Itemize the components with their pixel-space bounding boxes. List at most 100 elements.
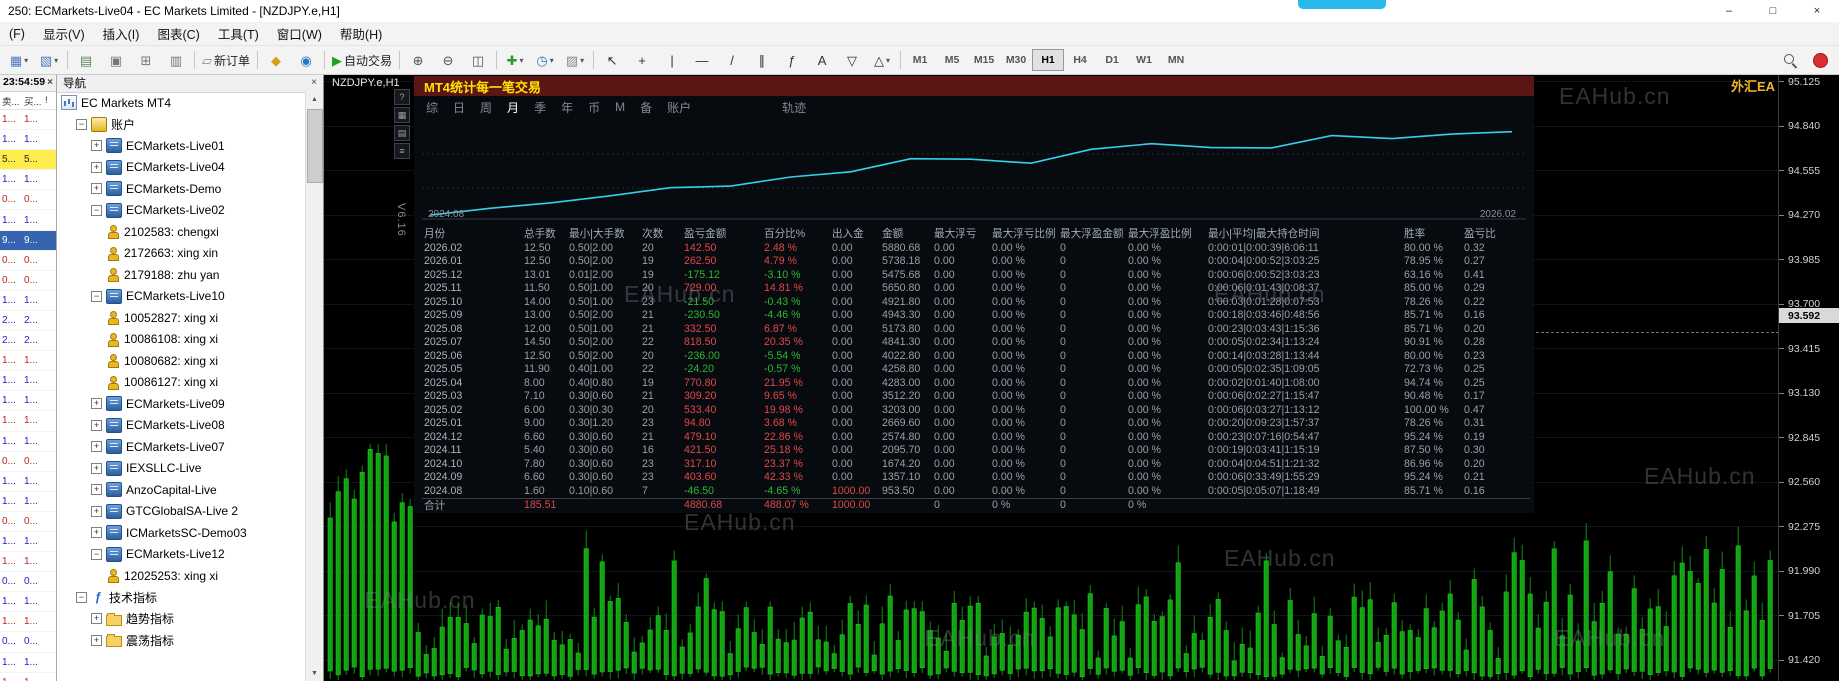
scroll-up-icon[interactable]: ▲: [306, 92, 323, 107]
expand-icon[interactable]: +: [91, 527, 102, 539]
stats-tab-0[interactable]: 综: [426, 99, 438, 116]
minimize-button[interactable]: –: [1707, 0, 1751, 22]
zoom-out-button[interactable]: ⊖: [433, 48, 463, 72]
tree-item-16[interactable]: + ECMarkets-Live07: [57, 436, 306, 458]
expand-icon[interactable]: +: [91, 398, 102, 410]
navigator-close-icon[interactable]: ×: [311, 77, 317, 88]
market-watch-row[interactable]: 1...1...: [0, 653, 56, 673]
tile-windows-button[interactable]: ◫: [463, 48, 493, 72]
collapse-icon[interactable]: −: [91, 548, 102, 560]
market-watch-row[interactable]: 1...1...: [0, 170, 56, 191]
expand-icon[interactable]: +: [91, 505, 102, 517]
trendline-button[interactable]: /: [717, 48, 747, 72]
timeframe-m15-button[interactable]: M15: [968, 49, 1000, 71]
tree-item-24[interactable]: + 趋势指标: [57, 608, 306, 630]
tree-item-20[interactable]: + ICMarketsSC-Demo03: [57, 522, 306, 544]
timeframe-w1-button[interactable]: W1: [1128, 49, 1160, 71]
tree-item-13[interactable]: 10086127: xing xi: [57, 372, 306, 394]
stats-tab-7[interactable]: M: [615, 100, 625, 114]
tree-item-2[interactable]: + ECMarkets-Live01: [57, 135, 306, 157]
stats-tab-1[interactable]: 日: [453, 99, 465, 116]
tree-item-8[interactable]: 2179188: zhu yan: [57, 264, 306, 286]
crosshair-button[interactable]: +: [627, 48, 657, 72]
timeframe-d1-button[interactable]: D1: [1096, 49, 1128, 71]
stats-tab-6[interactable]: 币: [588, 99, 600, 116]
market-watch-row[interactable]: 0... 0...: [0, 512, 56, 532]
stats-tab-8[interactable]: 备: [640, 99, 652, 116]
tree-item-21[interactable]: − ECMarkets-Live12: [57, 544, 306, 566]
terminal-button[interactable]: ▥: [161, 48, 191, 72]
market-watch-row[interactable]: 1...1...: [0, 291, 56, 311]
period-button[interactable]: ◷ ▾: [530, 48, 560, 72]
expand-icon[interactable]: +: [91, 613, 102, 625]
tree-item-10[interactable]: 10052827: xing xi: [57, 307, 306, 329]
market-watch-row[interactable]: 1...1...: [0, 432, 56, 452]
alert-button[interactable]: [1805, 48, 1835, 72]
expand-icon[interactable]: +: [91, 441, 102, 453]
template-button[interactable]: ▨ ▾: [560, 48, 590, 72]
collapse-icon[interactable]: −: [91, 290, 102, 302]
market-watch-row[interactable]: 1...1...: [0, 673, 56, 681]
new-order-button[interactable]: ▱ 新订单: [198, 48, 254, 72]
market-watch-close-icon[interactable]: ×: [47, 77, 53, 88]
tree-item-19[interactable]: + GTCGlobalSA-Live 2: [57, 501, 306, 523]
tree-item-4[interactable]: + ECMarkets-Demo: [57, 178, 306, 200]
collapse-icon[interactable]: −: [91, 204, 102, 216]
expand-icon[interactable]: +: [91, 161, 102, 173]
chart-mini-button-1[interactable]: ▦: [394, 107, 410, 123]
shapes-button[interactable]: △ ▾: [867, 48, 897, 72]
market-watch-row[interactable]: 1...1...: [0, 532, 56, 553]
menu-item-3[interactable]: 图表(C): [148, 22, 208, 45]
tree-item-17[interactable]: + IEXSLLC-Live: [57, 458, 306, 480]
vertical-line-button[interactable]: |: [657, 48, 687, 72]
market-watch-row[interactable]: 9... 9...: [0, 230, 56, 251]
tree-item-6[interactable]: 2102583: chengxi: [57, 221, 306, 243]
tree-item-7[interactable]: 2172663: xing xin: [57, 243, 306, 265]
chart-mini-button-3[interactable]: ≡: [394, 143, 410, 159]
add-indicator-button[interactable]: ✚ ▾: [500, 48, 530, 72]
stats-tab-3[interactable]: 月: [507, 99, 519, 116]
market-watch-row[interactable]: 0... 0...: [0, 251, 56, 271]
timeframe-h1-button[interactable]: H1: [1032, 49, 1065, 71]
tree-item-1[interactable]: − 账户: [57, 114, 306, 136]
stats-tab-5[interactable]: 年: [561, 99, 573, 116]
menu-item-4[interactable]: 工具(T): [209, 22, 268, 45]
navigator-button[interactable]: ⊞: [131, 48, 161, 72]
tree-item-0[interactable]: EC Markets MT4: [57, 92, 306, 114]
mql5-button[interactable]: ◆: [261, 48, 291, 72]
timeframe-m5-button[interactable]: M5: [936, 49, 968, 71]
menu-item-6[interactable]: 帮助(H): [331, 22, 391, 45]
stats-tab-9[interactable]: 账户: [667, 99, 691, 116]
market-watch-row[interactable]: 0... 0...: [0, 572, 56, 593]
channel-button[interactable]: ∥: [747, 48, 777, 72]
text-button[interactable]: A: [807, 48, 837, 72]
expand-icon[interactable]: +: [91, 634, 102, 646]
market-watch-row[interactable]: 1...1...: [0, 351, 56, 372]
market-watch-row[interactable]: 1...1...: [0, 612, 56, 633]
expand-icon[interactable]: +: [91, 484, 102, 496]
collapse-icon[interactable]: −: [76, 118, 87, 130]
market-watch-row[interactable]: 2... 2...: [0, 311, 56, 332]
market-watch-row[interactable]: 1...1...: [0, 472, 56, 492]
expand-icon[interactable]: +: [91, 419, 102, 431]
tree-item-12[interactable]: 10080682: xing xi: [57, 350, 306, 372]
tree-item-18[interactable]: + AnzoCapital-Live: [57, 479, 306, 501]
market-watch-button[interactable]: ▤: [71, 48, 101, 72]
market-watch-row[interactable]: 1...1...: [0, 130, 56, 151]
zoom-in-button[interactable]: ⊕: [403, 48, 433, 72]
stats-tab-4[interactable]: 季: [534, 99, 546, 116]
community-button[interactable]: ◉: [291, 48, 321, 72]
scroll-thumb[interactable]: [307, 109, 323, 183]
close-button[interactable]: ×: [1795, 0, 1839, 22]
expand-icon[interactable]: +: [91, 140, 102, 152]
tree-item-25[interactable]: + 震荡指标: [57, 630, 306, 652]
timeframe-m30-button[interactable]: M30: [1000, 49, 1032, 71]
timeframe-mn-button[interactable]: MN: [1160, 49, 1192, 71]
chart-area[interactable]: MT4统计每一笔交易 综日周月季年币 M 备账户 轨迹 2024.08 2026.02…: [324, 73, 1839, 681]
price-scale[interactable]: 95.125 94.840 94.555 94.270 93.985 93.700 93.4…: [1778, 73, 1839, 681]
cursor-button[interactable]: ↖: [597, 48, 627, 72]
menu-item-2[interactable]: 插入(I): [94, 22, 149, 45]
collapse-icon[interactable]: −: [76, 591, 87, 603]
fibonacci-button[interactable]: ƒ: [777, 48, 807, 72]
tree-item-3[interactable]: + ECMarkets-Live04: [57, 157, 306, 179]
